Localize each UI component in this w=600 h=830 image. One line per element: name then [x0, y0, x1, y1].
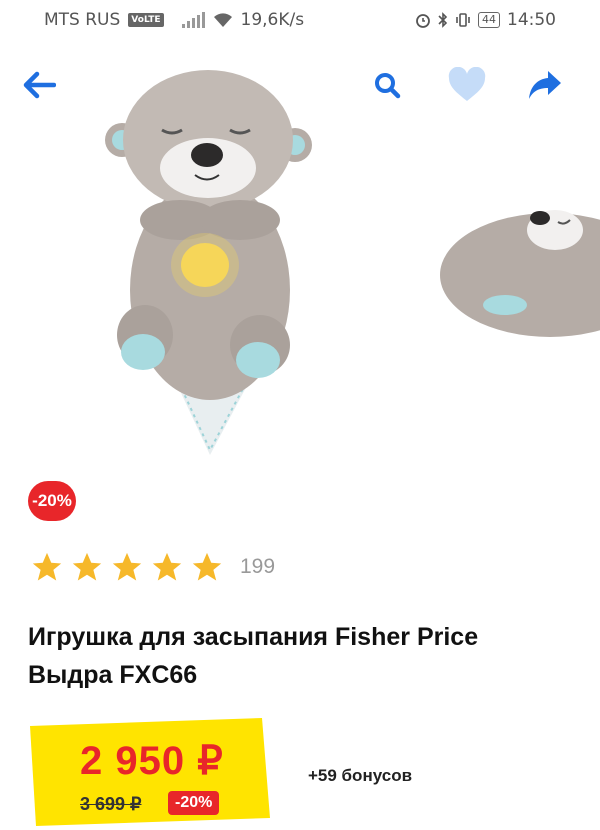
favorite-button[interactable]	[444, 62, 490, 108]
search-icon	[375, 73, 401, 99]
search-button[interactable]	[364, 62, 410, 108]
product-title: Игрушка для засыпания Fisher Price Выдра…	[28, 623, 479, 689]
carrier-name: MTS RUS	[44, 10, 121, 30]
rating[interactable]: 199	[30, 550, 275, 584]
heart-icon	[448, 67, 486, 101]
battery-indicator: 44	[478, 12, 500, 28]
status-right: 44 14:50	[415, 10, 556, 30]
product-image-otter[interactable]	[100, 60, 320, 460]
share-button[interactable]	[522, 62, 568, 108]
bonus-points: +59 бонусов	[308, 766, 413, 785]
star-icon	[192, 552, 222, 581]
network-speed: 19,6K/s	[240, 10, 305, 30]
price-discount: -20%	[168, 791, 220, 815]
product-image-otter-side[interactable]	[440, 200, 600, 340]
wifi-icon	[213, 13, 232, 27]
vibrate-icon	[456, 13, 470, 27]
price-block: 2 950 ₽ 3 699 ₽ -20%	[26, 718, 270, 826]
star-icon	[72, 552, 102, 581]
price-old: 3 699 ₽	[80, 794, 142, 814]
status-left: MTS RUS VoLTE 19,6K/s	[44, 10, 304, 30]
volte-badge: VoLTE	[128, 13, 164, 27]
alarm-icon	[416, 14, 430, 28]
bluetooth-icon	[438, 12, 448, 28]
star-icon	[112, 552, 142, 581]
clock: 14:50	[507, 10, 556, 30]
discount-badge: -20%	[28, 481, 76, 521]
signal-icon	[181, 12, 205, 28]
reviews-count[interactable]: 199	[240, 555, 275, 579]
star-icon	[32, 552, 62, 581]
status-bar: MTS RUS VoLTE 19,6K/s 44 14:50	[0, 0, 600, 42]
price-current: 2 950 ₽	[80, 739, 224, 783]
arrow-left-icon	[23, 71, 56, 99]
share-icon	[529, 71, 561, 99]
back-button[interactable]	[16, 62, 62, 108]
star-icon	[152, 552, 182, 581]
product-image-gallery[interactable]	[0, 50, 600, 460]
